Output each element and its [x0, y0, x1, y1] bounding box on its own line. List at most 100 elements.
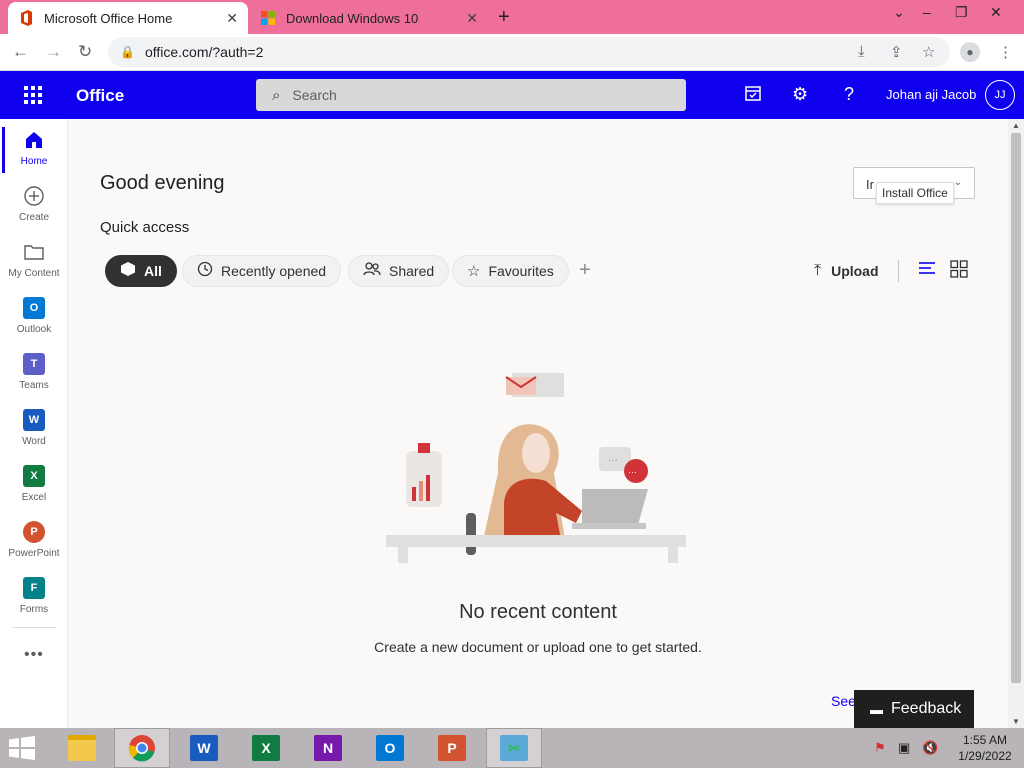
add-filter-button[interactable]: + [579, 259, 591, 282]
outlook-icon: O [23, 297, 45, 319]
grid-view-icon[interactable] [950, 260, 968, 283]
tab-download-windows-10[interactable]: Download Windows 10 ✕ [250, 2, 488, 34]
filter-shared[interactable]: Shared [348, 255, 450, 287]
search-box[interactable]: ⌕ Search [256, 79, 686, 111]
network-alert-icon[interactable]: ⚑ [874, 740, 886, 756]
tab-search-icon[interactable]: ⌄ [893, 4, 905, 21]
rail-item-my-content[interactable]: My Content [0, 235, 68, 289]
excel-icon: X [23, 465, 45, 487]
rail-divider [12, 627, 56, 628]
network-icon[interactable]: ▣ [898, 740, 910, 756]
word-taskbar-icon[interactable]: W [176, 728, 232, 768]
rail-label: Create [18, 212, 49, 223]
create-icon [23, 185, 45, 207]
scroll-down-arrow-icon[interactable]: ▼ [1012, 717, 1020, 726]
scroll-up-arrow-icon[interactable]: ▲ [1012, 121, 1020, 130]
windows-taskbar: W X N O P ✂ ⚑ ▣ 🔇 1:55 AM 1/29/2022 [0, 728, 1024, 768]
office-header: Office ⌕ Search ⚙ ? Johan aji Jacob JJ [0, 71, 1024, 119]
snipping-tool-taskbar-icon[interactable]: ✂ [486, 728, 542, 768]
address-bar[interactable]: 🔒 office.com/?auth=2 [108, 37, 950, 67]
file-explorer-taskbar-icon[interactable] [54, 728, 110, 768]
profile-icon[interactable]: ● [960, 42, 980, 62]
folder-icon [68, 735, 96, 761]
app-launcher-icon[interactable] [24, 86, 42, 104]
taskbar-clock[interactable]: 1:55 AM 1/29/2022 [952, 732, 1018, 764]
settings-gear-icon[interactable]: ⚙ [792, 84, 808, 105]
more-apps-icon[interactable]: ••• [24, 646, 44, 664]
feedback-button[interactable]: ▬ Feedback [854, 690, 974, 728]
my-day-icon[interactable] [744, 84, 762, 107]
scrollbar-thumb[interactable] [1011, 133, 1021, 683]
chrome-icon [128, 735, 155, 762]
excel-taskbar-icon[interactable]: X [238, 728, 294, 768]
home-icon [23, 129, 45, 151]
volume-muted-icon[interactable]: 🔇 [922, 740, 938, 756]
filter-label: Favourites [488, 263, 554, 279]
comment-icon: ▬ [870, 701, 883, 717]
list-view-icon[interactable] [918, 260, 936, 281]
rail-label: PowerPoint [8, 548, 60, 559]
excel-icon: X [252, 735, 280, 761]
filter-label: All [144, 263, 162, 279]
folder-icon [23, 241, 45, 263]
upload-label: Upload [831, 263, 879, 279]
filter-label: Shared [389, 263, 435, 279]
new-tab-button[interactable]: + [498, 6, 510, 29]
chrome-taskbar-icon[interactable] [114, 728, 170, 768]
rail-label: Word [22, 436, 46, 447]
url-text: office.com/?auth=2 [144, 44, 264, 60]
rail-item-teams[interactable]: T Teams [0, 347, 68, 401]
maximize-button[interactable]: ❐ [955, 4, 968, 21]
rail-item-word[interactable]: W Word [0, 403, 68, 457]
rail-item-powerpoint[interactable]: P PowerPoint [0, 515, 68, 569]
filter-favourites[interactable]: ☆ Favourites [452, 255, 569, 287]
rail-label: Forms [19, 604, 49, 615]
rail-item-create[interactable]: Create [0, 179, 68, 233]
browser-tab-bar: Microsoft Office Home ✕ Download Windows… [0, 0, 1024, 34]
avatar[interactable]: JJ [985, 80, 1015, 110]
install-office-tooltip: Install Office [876, 182, 954, 204]
upload-button[interactable]: ⤒ Upload [814, 262, 879, 280]
tab-microsoft-office-home[interactable]: Microsoft Office Home ✕ [8, 2, 248, 34]
toolbar-divider [898, 260, 899, 282]
see-more-link[interactable]: See [831, 693, 856, 709]
onenote-taskbar-icon[interactable]: N [300, 728, 356, 768]
quick-access-heading: Quick access [100, 219, 190, 236]
close-tab-icon[interactable]: ✕ [226, 10, 238, 27]
empty-state-subtitle: Create a new document or upload one to g… [374, 639, 702, 655]
clock-icon [197, 261, 213, 281]
office-favicon-icon [18, 10, 34, 26]
filter-recently-opened[interactable]: Recently opened [182, 255, 342, 287]
tab-title: Download Windows 10 [286, 10, 419, 26]
install-app-icon[interactable]: ⤓ [858, 43, 865, 60]
rail-item-outlook[interactable]: O Outlook [0, 291, 68, 345]
office-brand[interactable]: Office [76, 86, 124, 106]
outlook-icon: O [376, 735, 404, 761]
filter-all[interactable]: All [105, 255, 177, 287]
close-window-button[interactable]: ✕ [990, 4, 1002, 21]
word-icon: W [190, 735, 218, 761]
forward-button[interactable]: → [45, 42, 62, 62]
back-button[interactable]: ← [12, 42, 29, 62]
bookmark-star-icon[interactable]: ☆ [922, 43, 935, 61]
powerpoint-icon: P [23, 521, 45, 543]
powerpoint-icon: P [438, 735, 466, 761]
rail-item-forms[interactable]: F Forms [0, 571, 68, 625]
outlook-taskbar-icon[interactable]: O [362, 728, 418, 768]
rail-label: My Content [8, 268, 60, 279]
close-tab-icon[interactable]: ✕ [466, 10, 478, 27]
minimize-button[interactable]: – [923, 4, 931, 20]
active-indicator [2, 127, 5, 173]
scrollbar[interactable]: ▲ ▼ [1008, 119, 1024, 728]
rail-item-home[interactable]: Home [0, 123, 68, 177]
rail-item-excel[interactable]: X Excel [0, 459, 68, 513]
snipping-tool-icon: ✂ [500, 735, 528, 761]
help-icon[interactable]: ? [844, 84, 854, 105]
share-icon[interactable]: ⇪ [890, 43, 903, 61]
browser-menu-icon[interactable]: ⋮ [998, 43, 1013, 61]
windows-start-icon[interactable] [8, 736, 38, 760]
reload-button[interactable]: ↻ [78, 42, 92, 62]
user-name[interactable]: Johan aji Jacob [886, 87, 976, 102]
onenote-icon: N [314, 735, 342, 761]
powerpoint-taskbar-icon[interactable]: P [424, 728, 480, 768]
